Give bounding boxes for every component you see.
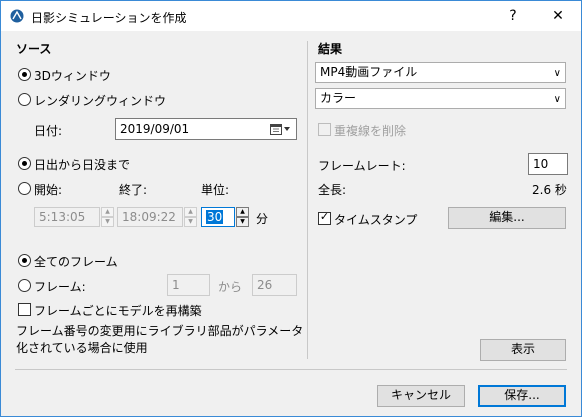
- start-time-input[interactable]: 5:13:05: [34, 207, 100, 227]
- rebuild-note: フレーム番号の変更用にライブラリ部品がパラメータ化されている場合に使用: [16, 324, 304, 355]
- radio-sunrise-sunset[interactable]: [18, 157, 31, 170]
- spinner-down-icon[interactable]: ▼: [101, 217, 114, 227]
- check-icon: ✓: [319, 210, 330, 223]
- column-divider: [307, 41, 308, 359]
- frame-from-input[interactable]: 1: [167, 274, 210, 296]
- radio-frames[interactable]: [18, 279, 31, 292]
- from-word: から: [218, 280, 243, 294]
- calendar-icon[interactable]: [270, 123, 292, 135]
- archicad-icon: [10, 9, 24, 23]
- frame-to-input[interactable]: 26: [252, 274, 297, 296]
- start-time-spinner[interactable]: ▲ ▼: [101, 207, 114, 227]
- spinner-up-icon[interactable]: ▲: [101, 207, 114, 217]
- format-select[interactable]: MP4動画ファイル ∨: [315, 62, 566, 83]
- end-time-input[interactable]: 18:09:22: [117, 207, 183, 227]
- close-button[interactable]: ✕: [536, 1, 580, 31]
- spinner-up-icon[interactable]: ▲: [236, 207, 249, 217]
- unit-input[interactable]: 30: [201, 207, 235, 227]
- length-label: 全長:: [318, 183, 347, 197]
- date-value: 2019/09/01: [120, 122, 190, 136]
- remove-hidden-lines-checkbox[interactable]: [318, 123, 331, 136]
- frame-rate-label: フレームレート:: [318, 159, 406, 173]
- rebuild-model-label: フレームごとにモデルを再構築: [34, 304, 202, 318]
- end-time-spinner[interactable]: ▲ ▼: [184, 207, 197, 227]
- end-time-value: 18:09:22: [122, 210, 176, 224]
- radio-all-frames-label: 全てのフレーム: [34, 255, 118, 269]
- frame-rate-input[interactable]: 10: [528, 153, 568, 175]
- rebuild-model-checkbox[interactable]: [18, 303, 31, 316]
- radio-3d-window-label: 3Dウィンドウ: [34, 69, 111, 83]
- length-value: 2.6 秒: [532, 183, 567, 197]
- color-select[interactable]: カラー ∨: [315, 88, 566, 109]
- chevron-down-icon: ∨: [553, 94, 561, 105]
- spinner-up-icon[interactable]: ▲: [184, 207, 197, 217]
- format-value: MP4動画ファイル: [320, 65, 418, 79]
- chevron-down-icon: ∨: [553, 68, 561, 79]
- dialog-window: 日影シミュレーションを作成 ? ✕ ソース 3Dウィンドウ レンダリングウィンド…: [0, 0, 582, 417]
- radio-rendering-window[interactable]: [18, 93, 31, 106]
- start-label: 開始:: [34, 183, 63, 197]
- radio-3d-window[interactable]: [18, 68, 31, 81]
- remove-hidden-lines-label: 重複線を削除: [334, 124, 407, 138]
- frame-from-value: 1: [172, 278, 180, 292]
- radio-frames-label: フレーム:: [34, 280, 86, 294]
- footer-divider: [15, 369, 567, 370]
- help-button[interactable]: ?: [491, 1, 535, 31]
- radio-all-frames[interactable]: [18, 254, 31, 267]
- window-title: 日影シミュレーションを作成: [31, 11, 187, 25]
- end-label: 終了:: [119, 183, 148, 197]
- start-time-value: 5:13:05: [39, 210, 86, 224]
- date-label: 日付:: [34, 124, 63, 138]
- radio-sunrise-sunset-label: 日出から日没まで: [34, 158, 131, 172]
- show-button[interactable]: 表示: [480, 339, 566, 361]
- frame-rate-value: 10: [533, 157, 549, 171]
- spinner-down-icon[interactable]: ▼: [184, 217, 197, 227]
- unit-value: 30: [206, 210, 224, 224]
- title-bar: 日影シミュレーションを作成 ? ✕: [1, 1, 581, 31]
- spinner-down-icon[interactable]: ▼: [236, 217, 249, 227]
- timestamp-label: タイムスタンプ: [334, 213, 418, 227]
- cancel-button[interactable]: キャンセル: [377, 385, 465, 407]
- unit-suffix: 分: [256, 212, 269, 226]
- timestamp-checkbox[interactable]: ✓: [318, 210, 331, 225]
- radio-start-time[interactable]: [18, 182, 31, 195]
- date-picker[interactable]: 2019/09/01: [115, 118, 297, 140]
- unit-spinner[interactable]: ▲ ▼: [236, 207, 249, 227]
- unit-label: 単位:: [201, 183, 230, 197]
- result-heading: 結果: [318, 42, 343, 56]
- radio-rendering-window-label: レンダリングウィンドウ: [34, 94, 167, 108]
- source-heading: ソース: [16, 42, 52, 56]
- save-button[interactable]: 保存...: [478, 385, 566, 407]
- edit-button[interactable]: 編集...: [448, 207, 566, 229]
- color-value: カラー: [320, 91, 357, 105]
- frame-to-value: 26: [257, 278, 273, 292]
